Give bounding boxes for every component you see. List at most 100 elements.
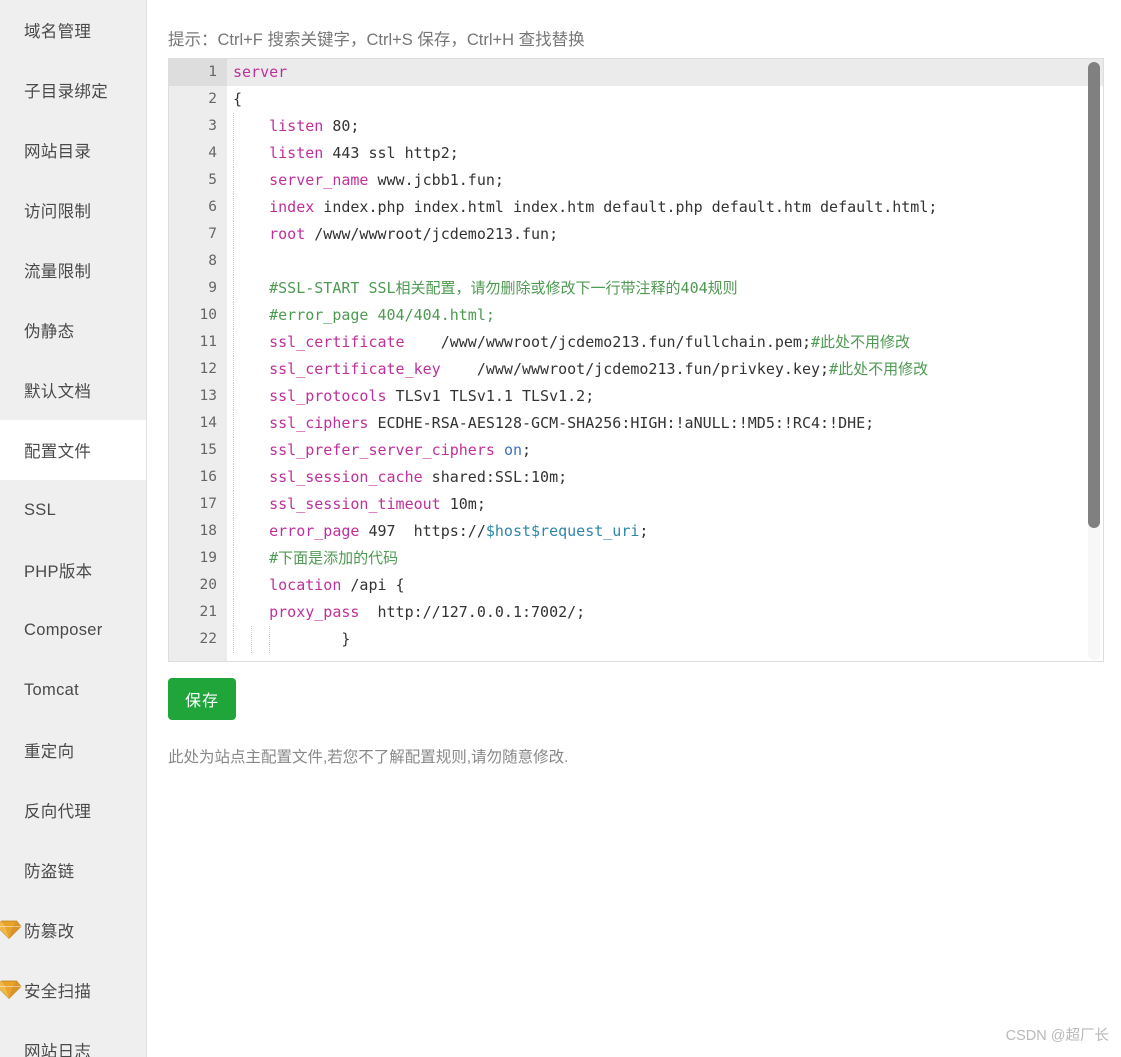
code-line-row[interactable]: 20 location /api { [169, 572, 1103, 599]
code-line-row[interactable]: 6 index index.php index.html index.htm d… [169, 194, 1103, 221]
sidebar-item-16[interactable]: 安全扫描 [0, 960, 146, 1020]
code-line-row[interactable]: 7 root /www/wwwroot/jcdemo213.fun; [169, 221, 1103, 248]
code-line-row[interactable]: 3 listen 80; [169, 113, 1103, 140]
sidebar-item-label: 默认文档 [24, 383, 92, 401]
code-token-pl: { [233, 90, 243, 108]
code-line-row[interactable]: 18 error_page 497 https://$host$request_… [169, 518, 1103, 545]
sidebar-item-10[interactable]: Composer [0, 600, 146, 660]
code-line-row[interactable]: 5 server_name www.jcbb1.fun; [169, 167, 1103, 194]
sidebar-item-label: 流量限制 [24, 263, 92, 281]
sidebar-item-label: 反向代理 [24, 803, 92, 821]
sidebar-item-12[interactable]: 重定向 [0, 720, 146, 780]
sidebar-item-label: 安全扫描 [24, 983, 92, 1001]
code-token-kw: ssl_certificate [269, 333, 405, 351]
code-line-row[interactable]: 8 [169, 248, 1103, 275]
code-line-text[interactable] [227, 248, 269, 275]
sidebar-item-2[interactable]: 网站目录 [0, 120, 146, 180]
sidebar-item-8[interactable]: SSL [0, 480, 146, 540]
code-line-row[interactable]: 12 ssl_certificate_key /www/wwwroot/jcde… [169, 356, 1103, 383]
code-line-text[interactable]: root /www/wwwroot/jcdemo213.fun; [227, 221, 558, 248]
line-number: 13 [169, 383, 227, 410]
code-line-text[interactable]: ssl_protocols TLSv1 TLSv1.1 TLSv1.2; [227, 383, 594, 410]
sidebar-item-14[interactable]: 防盗链 [0, 840, 146, 900]
code-line-row[interactable]: 19 #下面是添加的代码 [169, 545, 1103, 572]
sidebar-item-1[interactable]: 子目录绑定 [0, 60, 146, 120]
code-line-row[interactable]: 2{ [169, 86, 1103, 113]
code-line-row[interactable]: 17 ssl_session_timeout 10m; [169, 491, 1103, 518]
code-token-pl: /api { [341, 576, 405, 594]
sidebar-item-9[interactable]: PHP版本 [0, 540, 146, 600]
main-content: 提示：Ctrl+F 搜索关键字，Ctrl+S 保存，Ctrl+H 查找替换 1s… [147, 0, 1121, 1057]
config-file-editor[interactable]: 1 server 2{3 listen 80; 4 listen 443 ssl ht… [168, 58, 1104, 662]
code-token-pl: 497 https:// [359, 522, 486, 540]
editor-scrollbar-thumb[interactable] [1088, 62, 1100, 529]
code-line-text[interactable]: server_name www.jcbb1.fun; [227, 167, 504, 194]
save-button[interactable]: 保存 [168, 678, 236, 720]
code-line-text[interactable]: listen 80; [227, 113, 359, 140]
code-line-row[interactable]: 10 #error_page 404/404.html; [169, 302, 1103, 329]
code-line-row[interactable]: 14 ssl_ciphers ECDHE-RSA-AES128-GCM-SHA2… [169, 410, 1103, 437]
code-line-text[interactable]: location /api { [227, 572, 405, 599]
sidebar-item-4[interactable]: 流量限制 [0, 240, 146, 300]
code-line-row[interactable]: 15 ssl_prefer_server_ciphers on; [169, 437, 1103, 464]
code-line-text[interactable]: #error_page 404/404.html; [227, 302, 495, 329]
code-line-text[interactable]: server [227, 59, 287, 86]
code-line-text[interactable]: { [227, 86, 242, 113]
code-line-text[interactable]: error_page 497 https://$host$request_uri… [227, 518, 648, 545]
indent-guide [233, 356, 234, 383]
code-line-text[interactable]: ssl_prefer_server_ciphers on; [227, 437, 531, 464]
code-line-text[interactable]: ssl_session_cache shared:SSL:10m; [227, 464, 567, 491]
code-line-text[interactable]: listen 443 ssl http2; [227, 140, 459, 167]
code-line-row[interactable]: 16 ssl_session_cache shared:SSL:10m; [169, 464, 1103, 491]
sidebar-item-7[interactable]: 配置文件 [0, 420, 146, 480]
sidebar-item-11[interactable]: Tomcat [0, 660, 146, 720]
code-token-pl: TLSv1 TLSv1.1 TLSv1.2; [386, 387, 595, 405]
code-line-text[interactable]: ssl_ciphers ECDHE-RSA-AES128-GCM-SHA256:… [227, 410, 874, 437]
code-line-text[interactable]: proxy_pass http://127.0.0.1:7002/; [227, 599, 585, 626]
code-line-text[interactable]: ssl_certificate_key /www/wwwroot/jcdemo2… [227, 356, 928, 383]
code-line-text[interactable]: #SSL-START SSL相关配置，请勿删除或修改下一行带注释的404规则 [227, 275, 738, 302]
sidebar-item-17[interactable]: 网站日志 [0, 1020, 146, 1057]
sidebar-item-3[interactable]: 访问限制 [0, 180, 146, 240]
indent-guide [233, 491, 234, 518]
sidebar-item-5[interactable]: 伪静态 [0, 300, 146, 360]
editor-vertical-scrollbar[interactable] [1088, 62, 1100, 660]
sidebar-item-6[interactable]: 默认文档 [0, 360, 146, 420]
code-token-pl: index.php index.html index.htm default.p… [314, 198, 938, 216]
line-number: 19 [169, 545, 227, 572]
code-line-text[interactable]: } [227, 626, 350, 653]
code-line-text[interactable]: #下面是添加的代码 [227, 545, 398, 572]
line-number: 18 [169, 518, 227, 545]
code-line-row[interactable]: 11 ssl_certificate /www/wwwroot/jcdemo21… [169, 329, 1103, 356]
line-number: 16 [169, 464, 227, 491]
code-line-row[interactable]: 13 ssl_protocols TLSv1 TLSv1.1 TLSv1.2; [169, 383, 1103, 410]
sidebar-item-15[interactable]: 防篡改 [0, 900, 146, 960]
code-line-text[interactable]: ssl_certificate /www/wwwroot/jcdemo213.f… [227, 329, 910, 356]
code-token-cm: #下面是添加的代码 [269, 549, 399, 567]
code-lines-container[interactable]: 1 server 2{3 listen 80; 4 listen 443 ssl ht… [169, 59, 1103, 653]
code-line-text[interactable]: index index.php index.html index.htm def… [227, 194, 937, 221]
code-line-row[interactable]: 1 server [169, 59, 1103, 86]
code-line-row[interactable]: 9 #SSL-START SSL相关配置，请勿删除或修改下一行带注释的404规则 [169, 275, 1103, 302]
code-token-pl: 80; [323, 117, 360, 135]
code-token-cm: #此处不用修改 [810, 333, 911, 351]
indent-guide [233, 410, 234, 437]
line-number: 21 [169, 599, 227, 626]
sidebar-item-0[interactable]: 域名管理 [0, 0, 146, 60]
code-line-row[interactable]: 4 listen 443 ssl http2; [169, 140, 1103, 167]
code-line-row[interactable]: 21 proxy_pass http://127.0.0.1:7002/; [169, 599, 1103, 626]
line-number: 14 [169, 410, 227, 437]
code-line-text[interactable]: ssl_session_timeout 10m; [227, 491, 486, 518]
sidebar-item-13[interactable]: 反向代理 [0, 780, 146, 840]
sidebar-item-label: 防篡改 [24, 923, 75, 941]
code-line-row[interactable]: 22 } [169, 626, 1103, 653]
code-token-cm: #SSL-START SSL相关配置，请勿删除或修改下一行带注释的404规则 [269, 279, 738, 297]
code-token-pl: ECDHE-RSA-AES128-GCM-SHA256:HIGH:!aNULL:… [368, 414, 875, 432]
code-area[interactable]: 1 server 2{3 listen 80; 4 listen 443 ssl ht… [169, 59, 1103, 661]
